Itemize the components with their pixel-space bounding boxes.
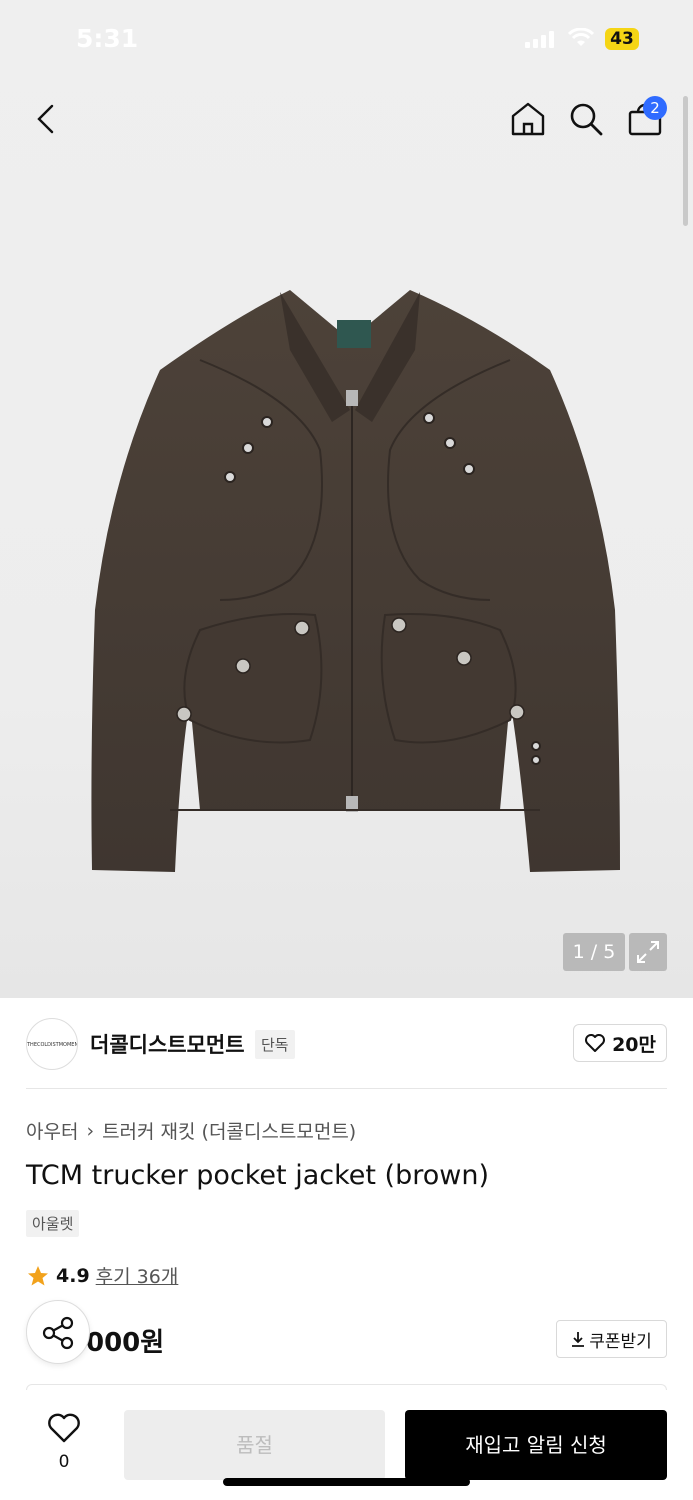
cart-count-badge: 2 <box>643 96 667 120</box>
breadcrumb-category[interactable]: 아우터 <box>26 1117 78 1144</box>
status-bar: 5:31 43 <box>0 24 693 54</box>
signal-icon <box>525 30 554 48</box>
product-image-gallery[interactable]: 5:31 43 2 1 / 5 <box>0 0 693 998</box>
coupon-button[interactable]: 쿠폰받기 <box>556 1320 667 1358</box>
share-button[interactable] <box>26 1300 90 1364</box>
heart-icon <box>585 1034 606 1052</box>
rating-row[interactable]: 4.9 후기 36개 <box>26 1262 178 1289</box>
rating-score: 4.9 <box>56 1264 90 1287</box>
home-icon[interactable] <box>509 100 547 138</box>
image-pager: 1 / 5 <box>563 933 625 971</box>
breadcrumb-separator: › <box>86 1119 95 1142</box>
share-icon <box>42 1316 74 1350</box>
wishlist-count: 0 <box>58 1452 70 1472</box>
search-icon[interactable] <box>567 100 605 138</box>
breadcrumb: 아우터 › 트러커 재킷 (더콜디스트모먼트) <box>26 1117 356 1144</box>
breadcrumb-subcategory[interactable]: 트러커 재킷 (더콜디스트모먼트) <box>102 1117 356 1144</box>
product-title: TCM trucker pocket jacket (brown) <box>26 1160 489 1191</box>
divider <box>26 1088 667 1089</box>
star-icon <box>28 1265 48 1285</box>
outlet-badge: 아울렛 <box>26 1210 80 1237</box>
jacket-product-image <box>91 290 620 872</box>
brand-like-button[interactable]: 20만 <box>573 1024 667 1062</box>
status-time: 5:31 <box>76 24 139 53</box>
brand-like-count: 20만 <box>612 1033 656 1056</box>
brand-row[interactable]: THECOLDISTMOMENT 더콜디스트모먼트 단독 20만 <box>26 1016 667 1072</box>
scrollbar[interactable] <box>683 96 688 226</box>
brand-name[interactable]: 더콜디스트모먼트 <box>90 1029 245 1059</box>
coupon-label: 쿠폰받기 <box>589 1331 652 1352</box>
brand-logo[interactable]: THECOLDISTMOMENT <box>26 1018 78 1070</box>
battery-indicator: 43 <box>605 28 639 50</box>
expand-icon[interactable] <box>629 933 667 971</box>
exclusive-badge: 단독 <box>255 1030 295 1059</box>
back-arrow-icon[interactable] <box>30 100 64 138</box>
home-indicator <box>223 1478 470 1486</box>
review-count-link[interactable]: 후기 36개 <box>96 1262 179 1289</box>
wifi-icon <box>568 28 594 46</box>
restock-alert-button[interactable]: 재입고 알림 신청 <box>405 1410 667 1480</box>
heart-icon <box>48 1413 80 1443</box>
download-icon <box>572 1332 585 1347</box>
product-price: 000원 <box>86 1328 165 1358</box>
soldout-button: 품절 <box>124 1410 385 1480</box>
